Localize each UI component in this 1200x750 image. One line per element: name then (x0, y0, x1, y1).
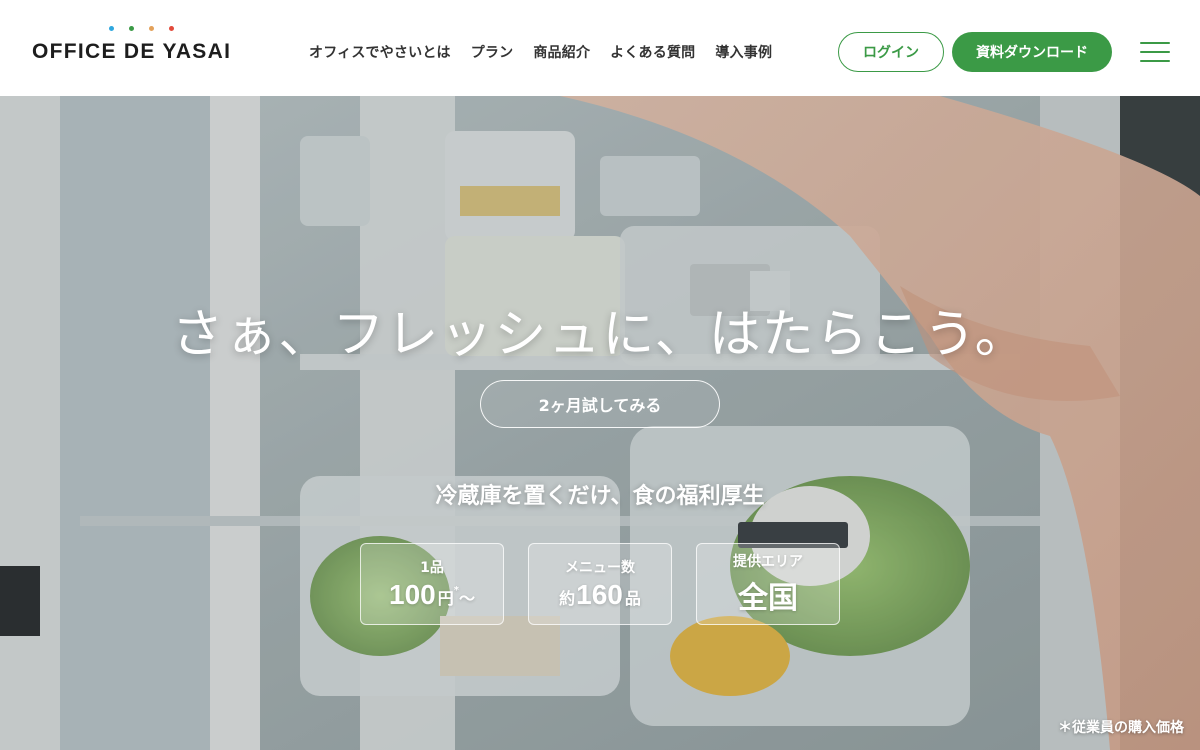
stat-area-value: 全国 (738, 581, 798, 616)
hero-subhead: 冷蔵庫を置くだけ、食の福利厚生 (435, 484, 765, 509)
logo-dot-green (129, 26, 134, 31)
stat-unit: 品 (624, 589, 641, 608)
price-footnote: ＊従業員の購入価格 (1058, 720, 1184, 736)
logo-dot-orange (149, 26, 154, 31)
stat-label: 1品 (420, 560, 444, 576)
menu-line (1140, 60, 1170, 62)
menu-line (1140, 42, 1170, 44)
nav-link-about[interactable]: オフィスでやさいとは (309, 42, 451, 62)
stat-card-menu-count: メニュー数 約 160 品 (528, 543, 672, 625)
hero-headline: さぁ、フレッシュに、はたらこう。 (171, 305, 1029, 365)
main-nav: オフィスでやさいとは プラン 商品紹介 よくある質問 導入事例 (309, 42, 772, 62)
stats-row: 1品 100 円 * 〜 メニュー数 約 160 品 提供エリア 全国 (360, 543, 840, 625)
stat-card-area: 提供エリア 全国 (696, 543, 840, 625)
logo-dot-blue (109, 26, 114, 31)
logo-dot-red (169, 26, 174, 31)
nav-link-faq[interactable]: よくある質問 (610, 42, 695, 62)
stat-value: 全国 (738, 573, 798, 617)
download-button[interactable]: 資料ダウンロード (952, 32, 1112, 72)
hamburger-icon[interactable] (1140, 40, 1172, 64)
stat-prefix: 約 (559, 589, 576, 608)
nav-link-cases[interactable]: 導入事例 (715, 42, 772, 62)
site-header: OFFICE DE YASAI オフィスでやさいとは プラン 商品紹介 よくある… (0, 0, 1200, 96)
stat-value: 約 160 品 (559, 579, 641, 611)
logo-dots (108, 26, 178, 32)
login-button[interactable]: ログイン (838, 32, 944, 72)
stat-unit: 円 (437, 589, 454, 608)
nav-link-products[interactable]: 商品紹介 (533, 42, 590, 62)
trial-button[interactable]: 2ヶ月試してみる (480, 380, 720, 428)
stat-label: メニュー数 (565, 560, 635, 576)
menu-line (1140, 51, 1170, 53)
stat-label: 提供エリア (733, 554, 803, 570)
stat-number: 100 (389, 579, 436, 610)
stat-value: 100 円 * 〜 (389, 579, 475, 611)
hero-section: さぁ、フレッシュに、はたらこう。 2ヶ月試してみる 冷蔵庫を置くだけ、食の福利厚… (0, 96, 1200, 750)
logo[interactable]: OFFICE DE YASAI (32, 24, 252, 68)
stat-tail: 〜 (458, 589, 475, 608)
stat-number: 160 (576, 579, 623, 610)
logo-text: OFFICE DE YASAI (32, 40, 232, 63)
stat-card-price: 1品 100 円 * 〜 (360, 543, 504, 625)
nav-link-plan[interactable]: プラン (471, 42, 514, 62)
